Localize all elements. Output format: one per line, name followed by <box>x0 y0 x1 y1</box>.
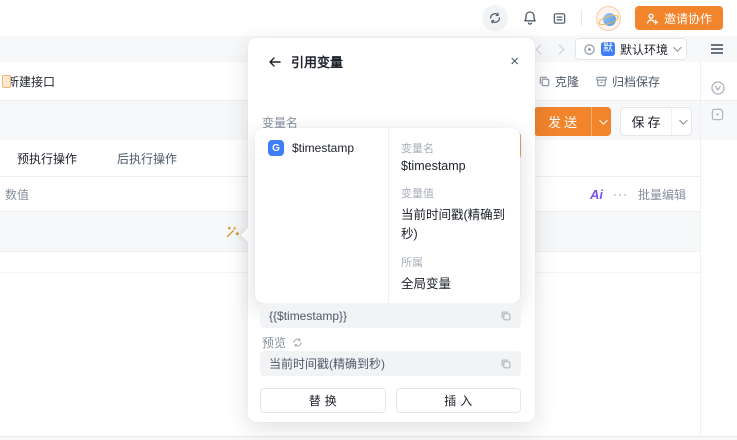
app-window: 邀请协作 默 默认环境 新建接口 <box>0 0 737 440</box>
detail-value-label: 变量值 <box>401 185 508 201</box>
send-button[interactable]: 发送 <box>534 107 611 136</box>
suggestion-dropdown: G $timestamp 变量名 $timestamp 变量值 当前时间戳(精确… <box>255 128 520 303</box>
environment-bar-actions: 默 默认环境 <box>537 36 723 62</box>
detail-name-value: $timestamp <box>401 159 508 173</box>
detail-scope-label: 所属 <box>401 254 508 270</box>
tab-icon <box>2 75 11 88</box>
copy-icon[interactable] <box>500 310 512 322</box>
insert-button[interactable]: 插入 <box>396 388 522 413</box>
tab-post-operations[interactable]: 后执行操作 <box>117 140 177 176</box>
clone-label: 克隆 <box>555 73 579 90</box>
avatar[interactable] <box>596 6 621 31</box>
variable-detail-panel: 变量名 $timestamp 变量值 当前时间戳(精确到秒) 所属 全局变量 <box>388 128 520 303</box>
back-icon[interactable] <box>268 55 282 69</box>
suggestion-list: G $timestamp <box>255 128 388 303</box>
person-add-icon <box>646 12 659 25</box>
send-dropdown-button[interactable] <box>591 107 611 136</box>
top-bar-actions: 邀请协作 <box>482 0 723 36</box>
nav-forward-icon[interactable] <box>555 44 565 54</box>
invite-collaborate-button[interactable]: 邀请协作 <box>635 6 723 30</box>
tab-new-api[interactable]: 新建接口 <box>7 62 55 100</box>
close-icon[interactable]: × <box>510 54 519 69</box>
code-panel-icon[interactable] <box>710 107 725 125</box>
nav-back-icon[interactable] <box>536 44 546 54</box>
save-label: 保存 <box>621 108 671 135</box>
save-button[interactable]: 保存 <box>620 107 692 136</box>
magic-wand-icon[interactable] <box>224 224 240 243</box>
modal-title: 引用变量 <box>291 52 343 71</box>
env-badge: 默 <box>601 42 615 56</box>
value-column-header: 数值 <box>5 177 29 211</box>
archive-label: 归档保存 <box>612 73 660 90</box>
archive-icon <box>595 75 608 88</box>
archive-save-button[interactable]: 归档保存 <box>595 73 660 90</box>
environment-select[interactable]: 默 默认环境 <box>575 38 687 60</box>
suggestion-name: $timestamp <box>292 141 354 155</box>
preview-label: 预览 <box>262 334 286 351</box>
chevron-down-icon <box>679 116 687 124</box>
chevron-down-icon <box>599 116 607 124</box>
env-name: 默认环境 <box>620 41 668 58</box>
detail-scope-value: 全局变量 <box>401 273 508 292</box>
batch-edit-button[interactable]: 批量编辑 <box>638 186 686 203</box>
divider <box>700 62 701 436</box>
divider <box>581 10 582 26</box>
tab-pre-operations[interactable]: 预执行操作 <box>17 140 77 176</box>
refresh-icon[interactable] <box>292 337 303 348</box>
menu-icon[interactable] <box>711 44 723 54</box>
clone-button[interactable]: 克隆 <box>538 73 579 90</box>
suggestion-item-timestamp[interactable]: G $timestamp <box>261 134 382 162</box>
table-header-actions: Ai ··· 批量编辑 <box>590 177 686 211</box>
sync-icon[interactable] <box>482 5 508 31</box>
ai-button[interactable]: Ai <box>590 187 603 202</box>
detail-value-value: 当前时间戳(精确到秒) <box>401 204 508 242</box>
save-dropdown-button[interactable] <box>671 108 691 135</box>
invite-label: 邀请协作 <box>664 10 712 27</box>
preview-value-field: 当前时间戳(精确到秒) <box>260 351 521 376</box>
preview-value-text: 当前时间戳(精确到秒) <box>269 355 385 372</box>
replace-button[interactable]: 替换 <box>260 388 386 413</box>
global-variable-icon: G <box>268 140 284 156</box>
detail-name-label: 变量名 <box>401 140 508 156</box>
expression-field: {{$timestamp}} <box>260 303 521 328</box>
footer-bar <box>0 436 737 440</box>
tab-new-api-label: 新建接口 <box>7 73 55 90</box>
more-icon[interactable]: ··· <box>613 187 628 201</box>
copy-icon[interactable] <box>500 358 512 370</box>
version-icon[interactable] <box>710 80 726 99</box>
expression-text: {{$timestamp}} <box>269 309 347 323</box>
preview-row: 预览 <box>262 334 303 351</box>
clone-icon <box>538 75 551 88</box>
modal-buttons: 替换 插入 <box>260 388 521 413</box>
reference-variable-modal: 引用变量 × 变量名 G $timestamp 变量名 $timestamp 变… <box>248 38 535 422</box>
top-bar: 邀请协作 <box>0 0 737 36</box>
chevron-down-icon <box>673 43 681 51</box>
target-icon <box>583 43 596 56</box>
modal-header: 引用变量 × <box>248 38 535 71</box>
bell-icon[interactable] <box>522 10 538 26</box>
send-label: 发送 <box>534 107 591 136</box>
changelog-icon[interactable] <box>552 11 567 26</box>
